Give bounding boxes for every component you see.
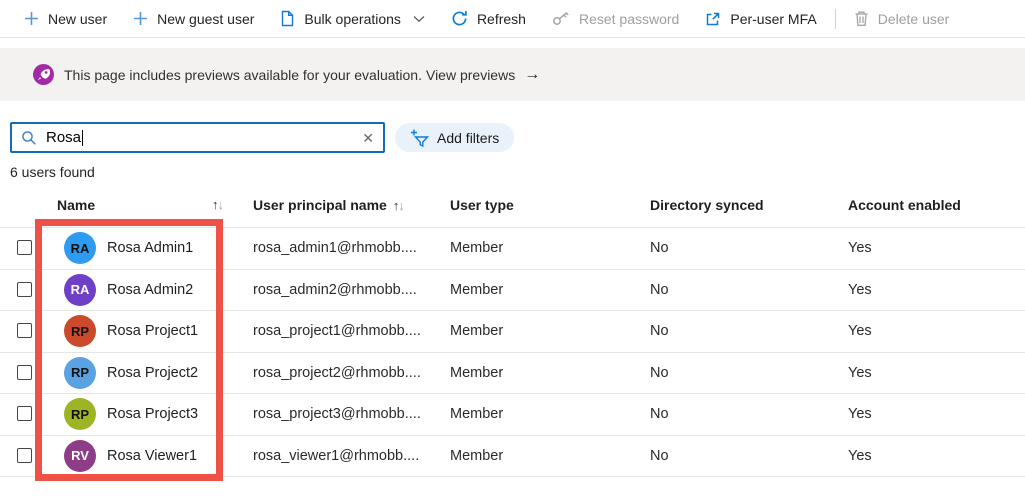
user-type: Member [450,281,504,298]
column-header-account-enabled[interactable]: Account enabled [848,197,961,213]
new-user-label: New user [48,10,108,27]
account-enabled: Yes [848,447,872,464]
reset-password-button[interactable]: Reset password [539,0,692,37]
avatar: RP [64,356,96,389]
row-checkbox[interactable] [17,323,32,338]
sort-desc-icon: ↓ [398,198,404,213]
preview-banner: This page includes previews available fo… [0,48,1025,101]
table-row[interactable]: RP Rosa Project2 rosa_project2@rhmobb...… [0,353,1025,394]
user-principal-name: rosa_project2@rhmobb.... [253,364,421,381]
add-filters-label: Add filters [437,129,500,146]
row-checkbox[interactable] [17,447,32,463]
table-row[interactable]: RP Rosa Project3 rosa_project3@rhmobb...… [0,394,1025,436]
banner-message: This page includes previews available fo… [64,66,422,83]
external-link-icon [705,11,721,27]
account-enabled: Yes [848,240,872,257]
plus-icon [133,11,148,26]
bulk-operations-button[interactable]: Bulk operations [267,0,438,37]
column-header-user-type[interactable]: User type [450,197,514,213]
rocket-icon [33,64,54,85]
table-row[interactable]: RV Rosa Viewer1 rosa_viewer1@rhmobb.... … [0,436,1025,477]
account-enabled: Yes [848,281,872,298]
bulk-operations-label: Bulk operations [304,10,401,27]
text-caret [82,129,84,146]
table-header: Name ↑↓ User principal name ↑↓ User type … [0,192,1025,220]
avatar: RA [64,273,96,306]
user-name-link[interactable]: Rosa Admin2 [107,282,193,298]
toolbar-divider [834,8,836,29]
column-header-upn[interactable]: User principal name ↑↓ [253,197,405,213]
table-row[interactable]: RA Rosa Admin1 rosa_admin1@rhmobb.... Me… [0,228,1025,270]
avatar: RA [64,232,96,264]
results-count: 6 users found [10,164,95,180]
row-checkbox[interactable] [17,240,32,255]
new-user-button[interactable]: New user [11,0,120,37]
search-value: Rosa [46,129,82,146]
view-previews-link[interactable]: View previews [426,67,515,83]
command-toolbar: New user New guest user Bulk operations … [0,0,1025,38]
table-row[interactable]: RA Rosa Admin2 rosa_admin2@rhmobb.... Me… [0,270,1025,311]
upn-header-label: User principal name [253,197,387,213]
sort-icons: ↑↓ [393,198,405,213]
user-principal-name: rosa_admin1@rhmobb.... [253,240,417,257]
directory-synced: No [650,281,669,298]
user-type: Member [450,323,504,340]
directory-synced: No [650,364,669,381]
per-user-mfa-label: Per-user MFA [730,10,817,27]
user-principal-name: rosa_viewer1@rhmobb.... [253,447,420,464]
directory-synced: No [650,406,669,423]
sort-icons[interactable]: ↑↓ [212,197,224,212]
user-type: Member [450,447,504,464]
row-checkbox[interactable] [17,364,32,380]
avatar: RV [64,439,96,472]
add-filters-button[interactable]: Add filters [395,123,515,152]
avatar: RP [64,398,96,430]
user-type: Member [450,364,504,381]
user-principal-name: rosa_project1@rhmobb.... [253,323,421,340]
chevron-down-icon [413,15,425,23]
search-icon [21,130,37,146]
refresh-icon [451,10,468,27]
avatar: RP [64,315,96,347]
directory-synced: No [650,447,669,464]
key-icon [552,11,570,26]
delete-user-button[interactable]: Delete user [841,0,963,37]
refresh-button[interactable]: Refresh [438,0,539,37]
account-enabled: Yes [848,364,872,381]
table-row[interactable]: RP Rosa Project1 rosa_project1@rhmobb...… [0,311,1025,353]
new-guest-user-button[interactable]: New guest user [120,0,267,37]
users-table: RA Rosa Admin1 rosa_admin1@rhmobb.... Me… [0,227,1025,477]
user-name-link[interactable]: Rosa Project3 [107,406,198,422]
arrow-right-icon[interactable]: → [524,66,540,84]
user-type: Member [450,406,504,423]
directory-synced: No [650,240,669,257]
directory-synced: No [650,323,669,340]
user-name-link[interactable]: Rosa Project1 [107,323,198,339]
new-guest-user-label: New guest user [157,10,255,27]
account-enabled: Yes [848,406,872,423]
per-user-mfa-button[interactable]: Per-user MFA [692,0,829,37]
user-principal-name: rosa_project3@rhmobb.... [253,406,421,423]
column-header-name[interactable]: Name [57,197,95,213]
trash-icon [854,10,869,27]
refresh-label: Refresh [476,10,526,27]
reset-password-label: Reset password [578,10,680,27]
user-name-link[interactable]: Rosa Viewer1 [107,448,197,464]
plus-icon [24,11,39,26]
sort-desc-icon: ↓ [217,197,224,212]
user-name-link[interactable]: Rosa Project2 [107,365,198,381]
users-list-page: New user New guest user Bulk operations … [0,0,1025,498]
search-input[interactable]: Rosa ✕ [10,122,385,153]
add-filter-icon [410,129,429,147]
clear-search-icon[interactable]: ✕ [362,131,374,145]
row-checkbox[interactable] [17,406,32,421]
row-checkbox[interactable] [17,281,32,297]
account-enabled: Yes [848,323,872,340]
delete-user-label: Delete user [877,10,950,27]
document-icon [280,10,295,27]
user-type: Member [450,240,504,257]
user-principal-name: rosa_admin2@rhmobb.... [253,281,417,298]
user-name-link[interactable]: Rosa Admin1 [107,240,193,256]
column-header-directory-synced[interactable]: Directory synced [650,197,764,213]
